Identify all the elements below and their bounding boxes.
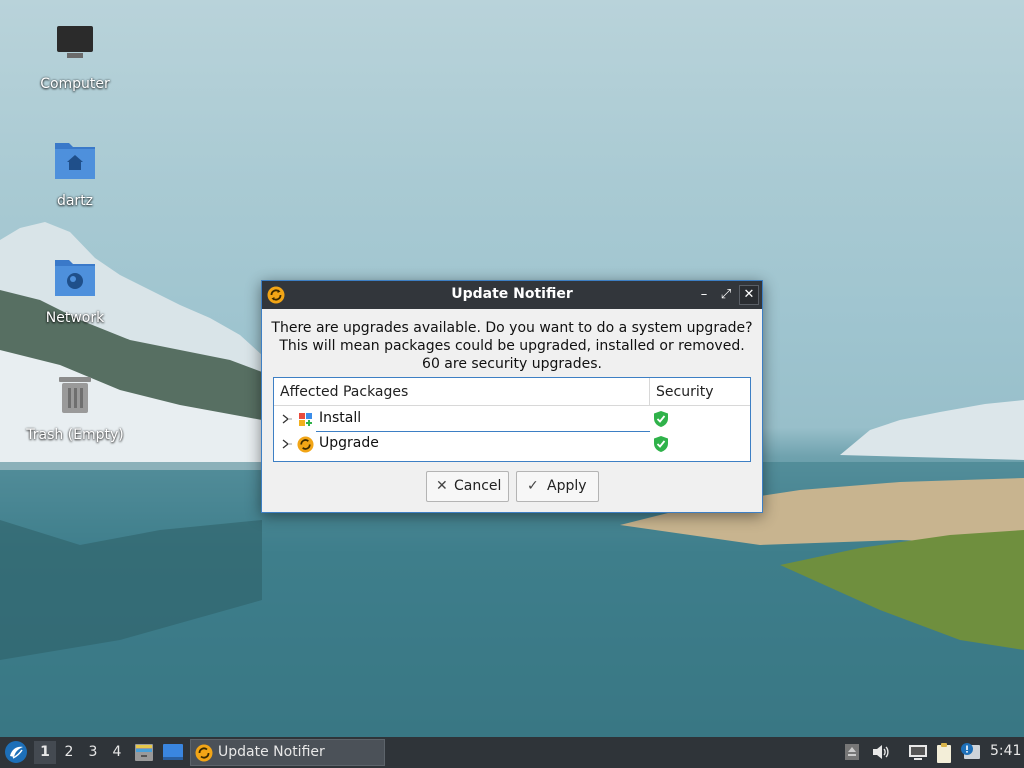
trash-icon [51,375,99,423]
tree-row-upgrade[interactable]: Upgrade [274,432,750,457]
chevron-right-icon[interactable] [280,438,292,450]
workspace-2-button[interactable]: 2 [58,741,80,764]
desktop-icon-label: Trash (Empty) [26,427,124,443]
home-folder-icon [51,141,99,189]
dialog-message: There are upgrades available. Do you wan… [262,319,762,373]
cancel-button[interactable]: ✕ Cancel [426,471,509,502]
desktop-icon-label: Network [45,310,105,326]
lubuntu-logo-icon [5,741,27,763]
desktop-icon-computer[interactable]: Computer [20,24,130,92]
desktop-icon-label: dartz [56,193,94,209]
show-desktop-icon [163,744,183,760]
green-shield-check-icon [653,435,669,453]
eject-icon [845,744,859,760]
removable-media-tray[interactable] [842,742,862,762]
taskbar: 1 2 3 4 Update Notifier 5:41 [0,737,1024,768]
message-line: This will mean packages could be upgrade… [279,338,745,354]
message-line: 60 are security upgrades. [422,356,602,372]
show-desktop-button[interactable] [162,741,184,763]
task-label: Update Notifier [218,744,325,760]
checkmark-icon: ✓ [527,478,539,494]
wired-network-icon [909,745,927,760]
volume-tray[interactable] [870,742,890,762]
file-cabinet-icon [135,744,153,761]
cancel-button-label: Cancel [454,478,502,494]
column-header-affected-packages[interactable]: Affected Packages [274,378,650,406]
network-tray[interactable] [907,742,927,762]
affected-packages-tree[interactable]: Affected Packages Security Install Upgra… [273,377,751,462]
clock[interactable]: 5:41 [990,743,1021,759]
file-manager-launcher[interactable] [133,741,155,763]
workspace-3-button[interactable]: 3 [82,741,104,764]
dialog-titlebar[interactable]: Update Notifier – ⤢ ✕ [262,281,762,309]
install-package-icon [297,411,314,428]
dialog-title: Update Notifier [451,286,573,302]
upgrade-package-icon [297,436,314,453]
clipboard-tray[interactable] [934,742,954,763]
desktop-icon-network[interactable]: Network [20,258,130,326]
taskbar-task-update-notifier[interactable]: Update Notifier [190,739,385,766]
desktop-icon-trash[interactable]: Trash (Empty) [20,375,130,443]
main-menu-button[interactable] [3,739,29,765]
chevron-right-icon[interactable] [280,413,292,425]
updates-available-tray[interactable] [960,742,980,762]
message-line: There are upgrades available. Do you wan… [271,320,753,336]
maximize-button[interactable]: ⤢ [716,285,736,305]
green-shield-check-icon [653,410,669,428]
apply-button[interactable]: ✓ Apply [516,471,599,502]
tree-row-label: Install [319,410,362,426]
update-notification-icon [961,743,980,759]
workspace-4-button[interactable]: 4 [106,741,128,764]
tree-row-label: Upgrade [319,435,379,451]
tree-row-install[interactable]: Install [274,407,750,432]
apply-button-label: Apply [547,478,587,494]
minimize-button[interactable]: – [694,285,714,305]
desktop-icon-home-folder[interactable]: dartz [20,141,130,209]
speaker-icon [873,745,889,759]
monitor-icon [51,24,99,72]
desktop-icon-label: Computer [40,76,110,92]
tree-header: Affected Packages Security [274,378,750,406]
network-folder-icon [51,258,99,306]
workspace-1-button[interactable]: 1 [34,741,56,764]
column-header-security[interactable]: Security [650,378,750,406]
clipboard-icon [937,743,951,763]
x-icon: ✕ [436,478,448,494]
update-notifier-dialog: Update Notifier – ⤢ ✕ There are upgrades… [261,280,763,513]
close-button[interactable]: ✕ [739,285,759,305]
update-notifier-icon [195,744,213,762]
